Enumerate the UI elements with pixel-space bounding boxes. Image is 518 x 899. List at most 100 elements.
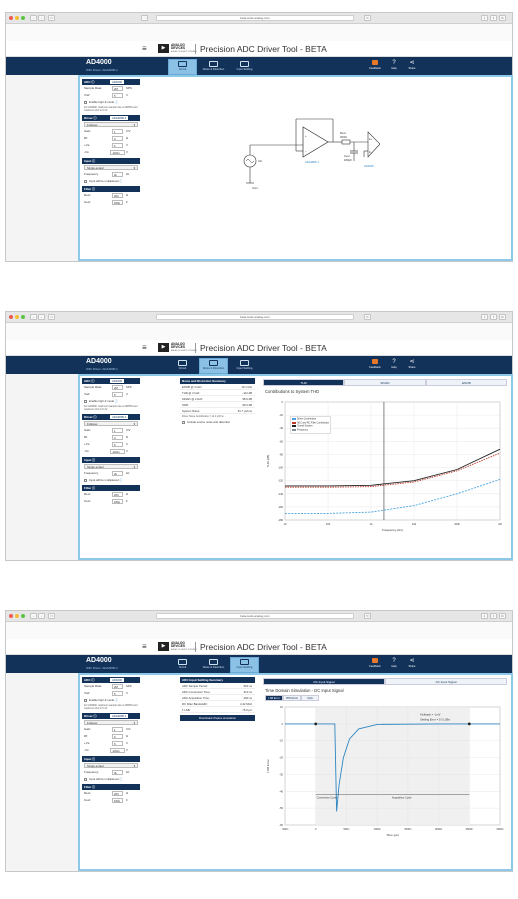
vref-input[interactable]: 5 [112,93,123,98]
rf-input[interactable]: 0 [112,136,123,141]
rf-input[interactable]: 0 [112,435,123,440]
multiplexed-checkbox[interactable]: Input will be multiplexed ⓘ [82,178,140,184]
tabs-icon[interactable]: ⧉ [499,314,506,320]
sample-rate-input[interactable]: 2M [112,684,123,689]
rext-input[interactable]: 200 [112,193,123,198]
vs-pos-input[interactable]: 6 [112,442,123,447]
tab-ac-input[interactable]: AC Input Signal [385,678,507,685]
feedback-button[interactable]: Feedback [367,658,383,668]
close-window-button[interactable] [9,614,13,618]
tab-input-settling[interactable]: Input Settling [230,358,259,374]
gain-input[interactable]: 1 [112,428,123,433]
frequency-input[interactable]: 2k [112,770,123,775]
gain-input[interactable]: 1 [112,727,123,732]
driver-mode-select[interactable]: Follower [84,122,138,127]
reload-icon[interactable]: ↻ [364,613,371,619]
tab-thd[interactable]: THD [263,379,345,386]
tab-lsb-error[interactable]: LSB Error [265,695,283,701]
sidebar-toggle-icon[interactable]: ▭ [48,613,55,619]
help-button[interactable]: ? Help [386,359,402,369]
feedback-button[interactable]: Feedback [367,60,383,70]
driver-select[interactable]: ADA4805-1 [110,714,129,718]
hamburger-menu-icon[interactable]: ≡ [142,44,147,53]
input-mode-select[interactable]: Single-ended [84,165,138,170]
frequency-input[interactable]: 2k [112,471,123,476]
hamburger-menu-icon[interactable]: ≡ [142,642,147,651]
tab-input-settling[interactable]: Input Settling [230,657,259,673]
download-ltspice-button[interactable]: Download LTspice simulation [180,715,255,721]
address-bar[interactable]: beta-tools.analog.com [156,15,354,21]
cext-input[interactable]: 180p [112,499,123,504]
driver-mode-select[interactable]: Follower [84,720,138,725]
share-icon[interactable]: ⇪ [490,314,497,320]
rf-input[interactable]: 0 [112,734,123,739]
shield-icon[interactable]: ◌ [141,15,148,21]
back-arrow-icon[interactable]: ‹ [30,314,37,320]
reload-icon[interactable]: ↻ [364,15,371,21]
back-arrow-icon[interactable]: ‹ [30,15,37,21]
vs-pos-input[interactable]: 6 [112,741,123,746]
tab-circuit[interactable]: Circuit [168,59,197,75]
sample-rate-input[interactable]: 2M [112,86,123,91]
rext-input[interactable]: 200 [112,492,123,497]
forward-arrow-icon[interactable]: › [38,314,45,320]
back-arrow-icon[interactable]: ‹ [30,613,37,619]
download-icon[interactable]: ⇩ [481,613,488,619]
tabs-icon[interactable]: ⧉ [499,613,506,619]
share-button[interactable]: ⋖ Share [404,359,420,369]
sidebar-toggle-icon[interactable]: ▭ [48,314,55,320]
multiplexed-checkbox[interactable]: Input will be multiplexed ⓘ [82,776,140,782]
hamburger-menu-icon[interactable]: ≡ [142,343,147,352]
share-icon[interactable]: ⇪ [490,613,497,619]
tab-noise-distortion[interactable]: Noise & Distortion [199,59,228,75]
frequency-input[interactable]: 2k [112,172,123,177]
input-mode-select[interactable]: Single-ended [84,763,138,768]
minimize-window-button[interactable] [15,16,19,20]
minimize-window-button[interactable] [15,315,19,319]
vref-input[interactable]: 5 [112,691,123,696]
zoom-window-button[interactable] [21,315,25,319]
tab-sinad[interactable]: SINAD [344,379,426,386]
gain-input[interactable]: 1 [112,129,123,134]
include-source-checkbox[interactable]: Include source noise and distortion [180,419,255,425]
cext-input[interactable]: 180p [112,200,123,205]
vs-neg-input[interactable]: -400m [110,748,125,753]
sidebar-toggle-icon[interactable]: ▭ [48,15,55,21]
reload-icon[interactable]: ↻ [364,314,371,320]
adc-select[interactable]: AD4000 [110,678,125,682]
minimize-window-button[interactable] [15,614,19,618]
tab-circuit[interactable]: Circuit [168,657,197,673]
tab-volts[interactable]: Volts [301,695,319,701]
help-button[interactable]: ? Help [386,60,402,70]
download-icon[interactable]: ⇩ [481,15,488,21]
forward-arrow-icon[interactable]: › [38,15,45,21]
tab-noise-distortion[interactable]: Noise & Distortion [199,657,228,673]
driver-select[interactable]: ADA4805-1 [110,415,129,419]
tab-noise-distortion[interactable]: Noise & Distortion [199,358,228,374]
vs-neg-input[interactable]: -400m [110,150,125,155]
share-button[interactable]: ⋖ Share [404,658,420,668]
help-button[interactable]: ? Help [386,658,402,668]
tab-enob[interactable]: ENOB [425,379,507,386]
share-button[interactable]: ⋖ Share [404,60,420,70]
close-window-button[interactable] [9,16,13,20]
tabs-icon[interactable]: ⧉ [499,15,506,21]
tab-circuit[interactable]: Circuit [168,358,197,374]
address-bar[interactable]: beta-tools.analog.com [156,314,354,320]
vs-pos-input[interactable]: 6 [112,143,123,148]
driver-mode-select[interactable]: Follower [84,421,138,426]
download-icon[interactable]: ⇩ [481,314,488,320]
tab-dc-input[interactable]: DC Input Signal [263,678,385,685]
feedback-button[interactable]: Feedback [367,359,383,369]
vs-neg-input[interactable]: -400m [110,449,125,454]
sample-rate-input[interactable]: 2M [112,385,123,390]
zoom-window-button[interactable] [21,614,25,618]
adc-select[interactable]: AD4000 [110,379,125,383]
input-mode-select[interactable]: Single-ended [84,464,138,469]
tab-ppm-error[interactable]: PPM Error [283,695,301,701]
address-bar[interactable]: beta-tools.analog.com [156,613,354,619]
driver-select[interactable]: ADA4805-1 [110,116,129,120]
close-window-button[interactable] [9,315,13,319]
vref-input[interactable]: 5 [112,392,123,397]
tab-input-settling[interactable]: Input Settling [230,59,259,75]
